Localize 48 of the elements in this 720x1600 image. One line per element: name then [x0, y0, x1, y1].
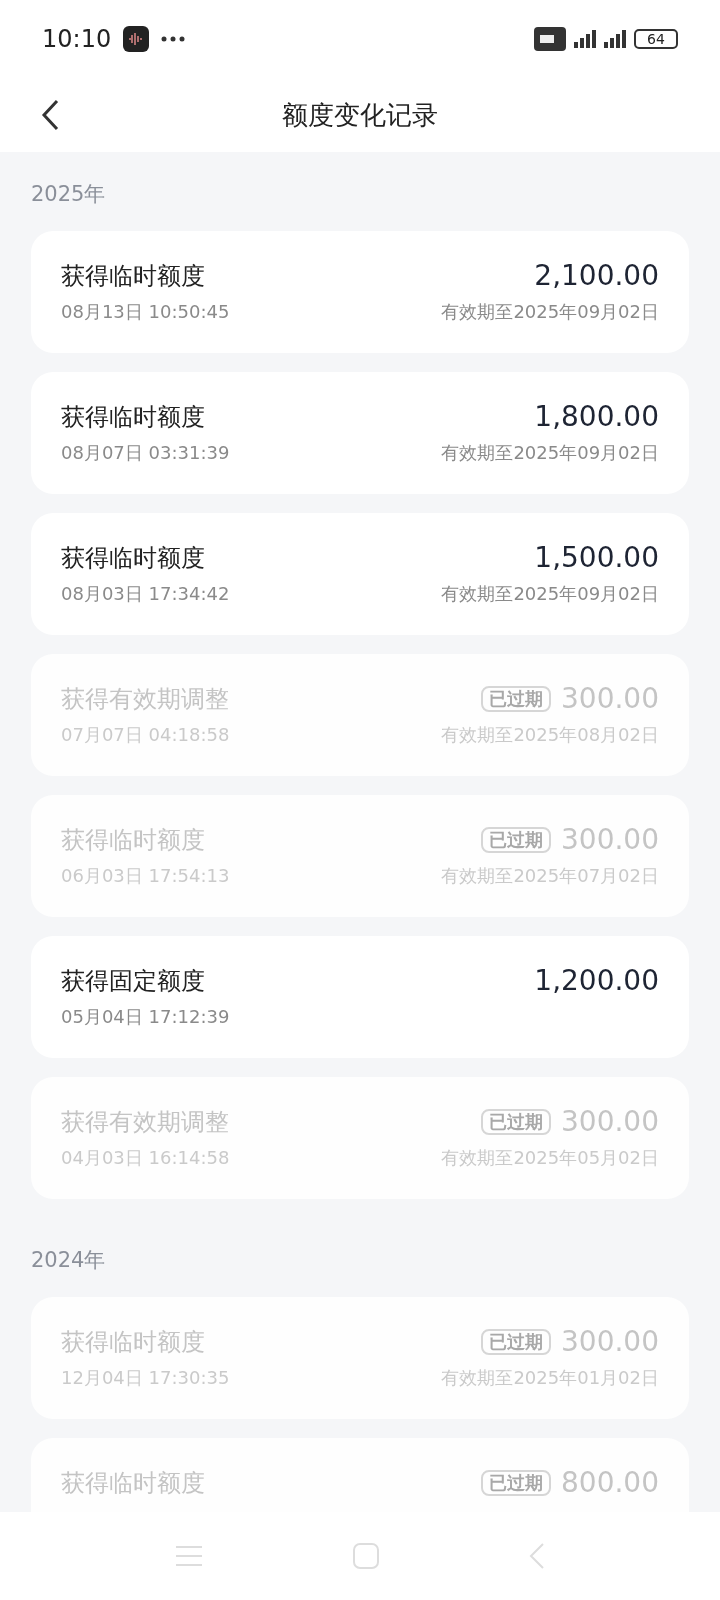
record-title: 获得临时额度 [61, 261, 205, 292]
record-amount: 2,100.00 [534, 258, 659, 294]
record-time: 08月13日 10:50:45 [61, 299, 230, 324]
page-title: 额度变化记录 [282, 98, 438, 132]
expired-stamp: 已过期 [481, 1470, 551, 1496]
record-title: 获得临时额度 [61, 1468, 205, 1499]
validity-text: 有效期至2025年09月02日 [441, 581, 659, 606]
menu-icon[interactable] [175, 1545, 203, 1567]
validity-text: 有效期至2025年09月02日 [441, 299, 659, 324]
record-time: 08月07日 03:31:39 [61, 440, 230, 465]
expired-stamp: 已过期 [481, 1329, 551, 1355]
record-title: 获得临时额度 [61, 825, 205, 856]
record-amount: 300.00 [561, 681, 659, 717]
record-title: 获得临时额度 [61, 543, 205, 574]
year-label: 2024年 [31, 1246, 106, 1274]
record-card[interactable]: 获得临时额度 1,500.00 08月03日 17:34:42 有效期至2025年09月02日 [31, 513, 689, 635]
record-title: 获得临时额度 [61, 402, 205, 433]
expired-stamp: 已过期 [481, 1109, 551, 1135]
validity-text: 有效期至2025年09月02日 [441, 440, 659, 465]
expired-stamp: 已过期 [481, 827, 551, 853]
more-icon [161, 36, 186, 42]
back-icon[interactable] [529, 1542, 545, 1570]
record-time: 08月03日 17:34:42 [61, 581, 230, 606]
record-card[interactable]: 获得临时额度 2,100.00 08月13日 10:50:45 有效期至2025年09月02日 [31, 231, 689, 353]
record-amount: 300.00 [561, 822, 659, 858]
year-label: 2025年 [31, 180, 106, 208]
record-card[interactable]: 获得临时额度 1,800.00 08月07日 03:31:39 有效期至2025年09月02日 [31, 372, 689, 494]
back-icon [41, 99, 59, 131]
record-title: 获得有效期调整 [61, 684, 229, 715]
record-amount: 300.00 [561, 1324, 659, 1360]
signal-icon [604, 30, 626, 48]
record-amount: 1,500.00 [534, 540, 659, 576]
expired-stamp: 已过期 [481, 686, 551, 712]
record-title: 获得有效期调整 [61, 1107, 229, 1138]
record-card[interactable]: 获得临时额度 已过期 800.00 [31, 1438, 689, 1512]
record-amount: 1,200.00 [534, 963, 659, 999]
status-time: 10:10 [42, 24, 112, 55]
signal-icon [574, 30, 596, 48]
battery-indicator: 64 [634, 29, 678, 49]
record-card[interactable]: 获得固定额度 1,200.00 05月04日 17:12:39 [31, 936, 689, 1058]
record-amount: 800.00 [561, 1465, 659, 1501]
record-amount: 1,800.00 [534, 399, 659, 435]
home-icon[interactable] [353, 1543, 379, 1569]
record-amount: 300.00 [561, 1104, 659, 1140]
sound-recorder-icon [123, 26, 150, 52]
record-time: 05月04日 17:12:39 [61, 1004, 230, 1029]
record-title: 获得固定额度 [61, 966, 205, 997]
record-title: 获得临时额度 [61, 1327, 205, 1358]
